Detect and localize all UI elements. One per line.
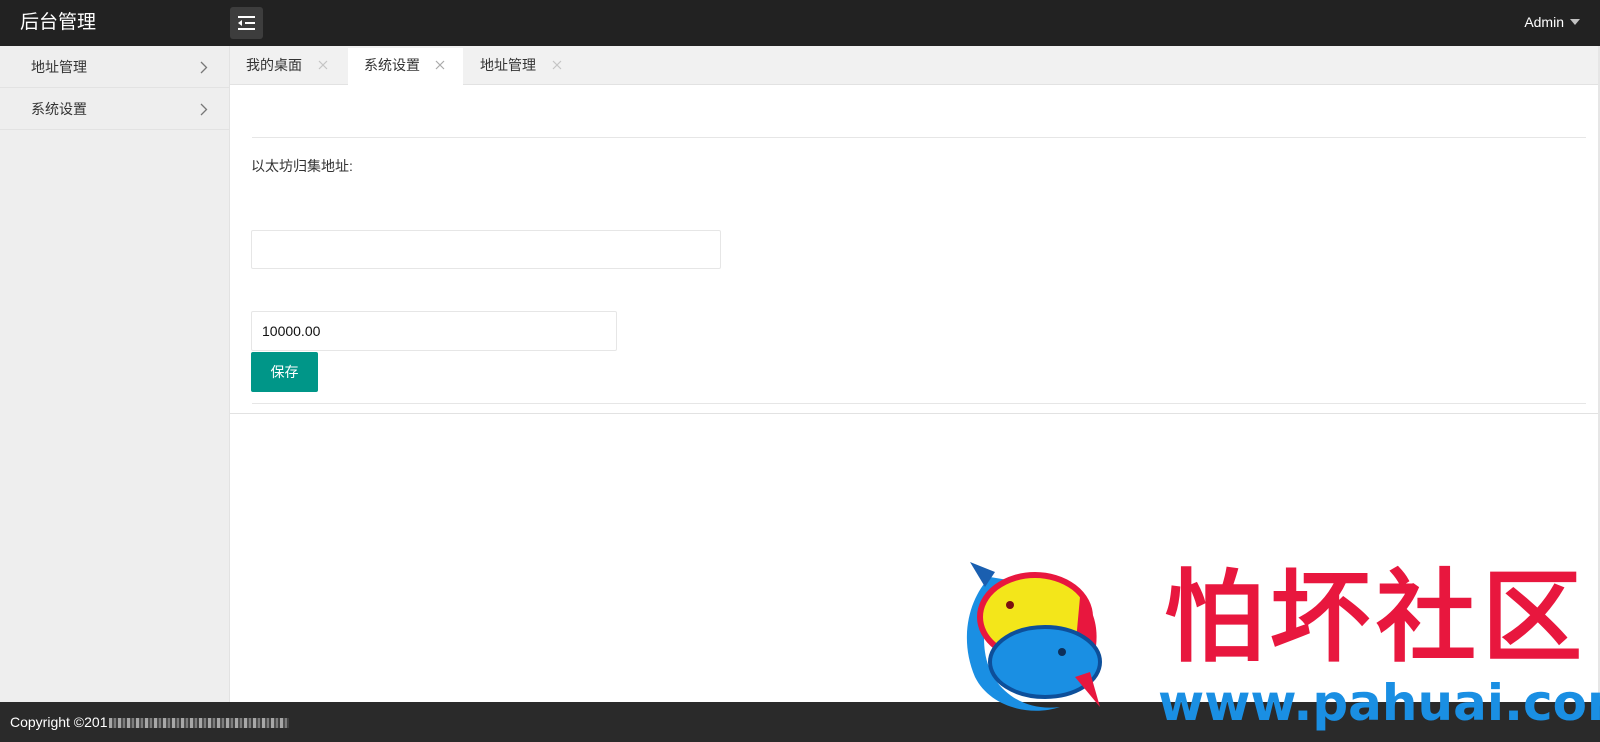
watermark: 怕坏社区 www.pahuai.com bbox=[966, 559, 1600, 742]
watermark-title: 怕坏社区 bbox=[1164, 559, 1588, 676]
caret-down-icon bbox=[1570, 19, 1580, 26]
tab-bar: 我的桌面 系统设置 地址管理 bbox=[230, 46, 1598, 85]
sidebar-toggle-button[interactable] bbox=[230, 7, 263, 39]
tab-desktop[interactable]: 我的桌面 bbox=[230, 48, 345, 85]
close-icon[interactable] bbox=[552, 60, 562, 70]
save-button[interactable]: 保存 bbox=[251, 352, 318, 392]
close-icon[interactable] bbox=[318, 60, 328, 70]
copyright-text: Copyright ©201 bbox=[10, 702, 290, 742]
amount-input[interactable] bbox=[251, 311, 617, 351]
address-label: 以太坊归集地址: bbox=[251, 158, 353, 174]
divider bbox=[252, 137, 1586, 138]
menu-indent-icon bbox=[238, 16, 255, 30]
divider bbox=[230, 413, 1598, 414]
address-input[interactable] bbox=[251, 230, 721, 269]
copyright-label: Copyright ©201 bbox=[10, 714, 108, 730]
watermark-url: www.pahuai.com bbox=[1158, 674, 1600, 732]
tab-label: 地址管理 bbox=[480, 57, 536, 73]
blurred-text bbox=[109, 718, 290, 729]
chevron-right-icon bbox=[200, 103, 208, 116]
sidebar-item-settings[interactable]: 系统设置 bbox=[0, 88, 229, 130]
divider bbox=[252, 403, 1586, 404]
sidebar: 地址管理 系统设置 bbox=[0, 46, 230, 702]
tab-settings[interactable]: 系统设置 bbox=[348, 48, 463, 85]
chevron-right-icon bbox=[200, 61, 208, 74]
app-title: 后台管理 bbox=[20, 12, 97, 33]
user-menu[interactable]: Admin bbox=[1524, 0, 1580, 46]
sidebar-item-label: 地址管理 bbox=[31, 59, 87, 75]
tab-label: 系统设置 bbox=[364, 57, 420, 73]
top-header: 后台管理 Admin bbox=[0, 0, 1600, 46]
sidebar-item-address[interactable]: 地址管理 bbox=[0, 46, 229, 88]
sidebar-item-label: 系统设置 bbox=[31, 101, 87, 117]
fish-logo-icon bbox=[966, 562, 1102, 711]
tab-label: 我的桌面 bbox=[246, 57, 302, 73]
user-name: Admin bbox=[1524, 14, 1564, 30]
tab-address[interactable]: 地址管理 bbox=[463, 48, 578, 85]
close-icon[interactable] bbox=[435, 60, 445, 70]
